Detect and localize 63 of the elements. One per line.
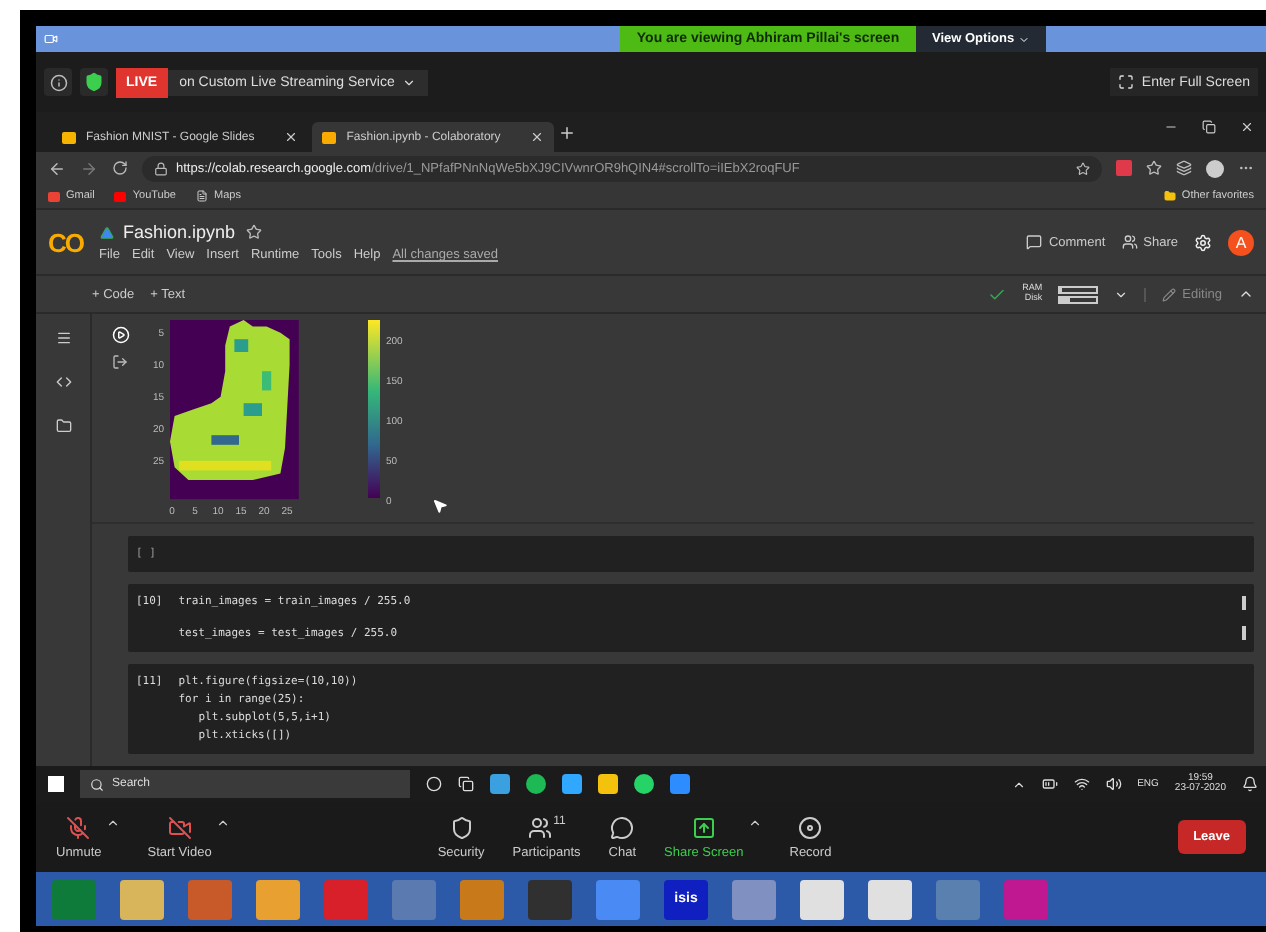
close-icon[interactable] xyxy=(530,130,545,144)
volume-icon[interactable] xyxy=(1105,776,1122,792)
reload-icon[interactable] xyxy=(112,160,128,176)
caret-icon xyxy=(1018,33,1031,45)
folder-icon[interactable] xyxy=(55,418,71,434)
camera-icon xyxy=(44,32,58,46)
notebook-title[interactable]: Fashion.ipynb xyxy=(123,222,236,242)
favorites-icon[interactable] xyxy=(1146,160,1162,176)
close-icon[interactable] xyxy=(1240,120,1254,134)
caret-icon[interactable] xyxy=(747,815,762,829)
lock-icon xyxy=(154,161,168,175)
check-icon xyxy=(988,285,1007,303)
output-icon[interactable] xyxy=(112,354,128,370)
play-icon[interactable] xyxy=(112,326,130,344)
caret-icon[interactable] xyxy=(105,815,120,829)
record-icon xyxy=(798,815,823,839)
task-view-icon[interactable] xyxy=(458,776,474,792)
app-icon[interactable] xyxy=(800,879,844,919)
caret-icon[interactable] xyxy=(215,815,230,829)
chat-icon xyxy=(610,815,635,839)
code-icon[interactable] xyxy=(55,374,71,390)
tray-expand-icon[interactable] xyxy=(1011,777,1026,791)
forward-icon[interactable] xyxy=(80,159,98,177)
search-icon xyxy=(90,777,104,791)
info-icon[interactable] xyxy=(44,68,72,96)
favicon-icon xyxy=(62,131,76,143)
collections-icon[interactable] xyxy=(1176,160,1192,176)
star-icon[interactable] xyxy=(245,224,262,240)
menu-icon[interactable] xyxy=(55,330,71,346)
drive-icon xyxy=(99,225,113,239)
caret-icon[interactable] xyxy=(1114,287,1129,301)
collapse-icon[interactable] xyxy=(1238,286,1254,302)
folder-icon xyxy=(1163,190,1176,202)
wifi-icon[interactable] xyxy=(1073,776,1090,792)
participants-icon xyxy=(527,815,552,839)
shield-icon[interactable] xyxy=(80,68,108,96)
page-icon xyxy=(196,190,208,202)
caret-icon xyxy=(402,75,417,89)
pencil-icon xyxy=(1162,287,1177,301)
mouse-pointer-icon xyxy=(432,498,448,514)
minimize-icon[interactable] xyxy=(1164,120,1178,134)
back-icon[interactable] xyxy=(48,159,66,177)
profile-icon[interactable] xyxy=(1206,159,1224,177)
video-icon xyxy=(167,815,192,839)
colab-logo[interactable]: CO xyxy=(48,227,83,257)
favicon-icon xyxy=(322,131,337,143)
people-icon xyxy=(1121,234,1138,250)
star-icon[interactable] xyxy=(1076,161,1090,175)
battery-icon[interactable] xyxy=(1041,776,1058,792)
notifications-icon[interactable] xyxy=(1242,776,1258,792)
security-icon xyxy=(449,815,474,839)
favicon-icon xyxy=(48,191,60,201)
mic-icon xyxy=(66,815,91,839)
share-icon xyxy=(691,815,716,839)
cortana-icon[interactable] xyxy=(426,776,442,792)
expand-icon xyxy=(1117,74,1134,90)
new-tab-icon[interactable] xyxy=(558,123,577,141)
restore-icon[interactable] xyxy=(1202,120,1216,134)
settings-icon[interactable] xyxy=(1194,233,1212,251)
close-icon[interactable] xyxy=(284,130,299,144)
app-icon[interactable] xyxy=(868,879,912,919)
comment-icon xyxy=(1026,234,1043,250)
favicon-icon xyxy=(114,191,127,201)
